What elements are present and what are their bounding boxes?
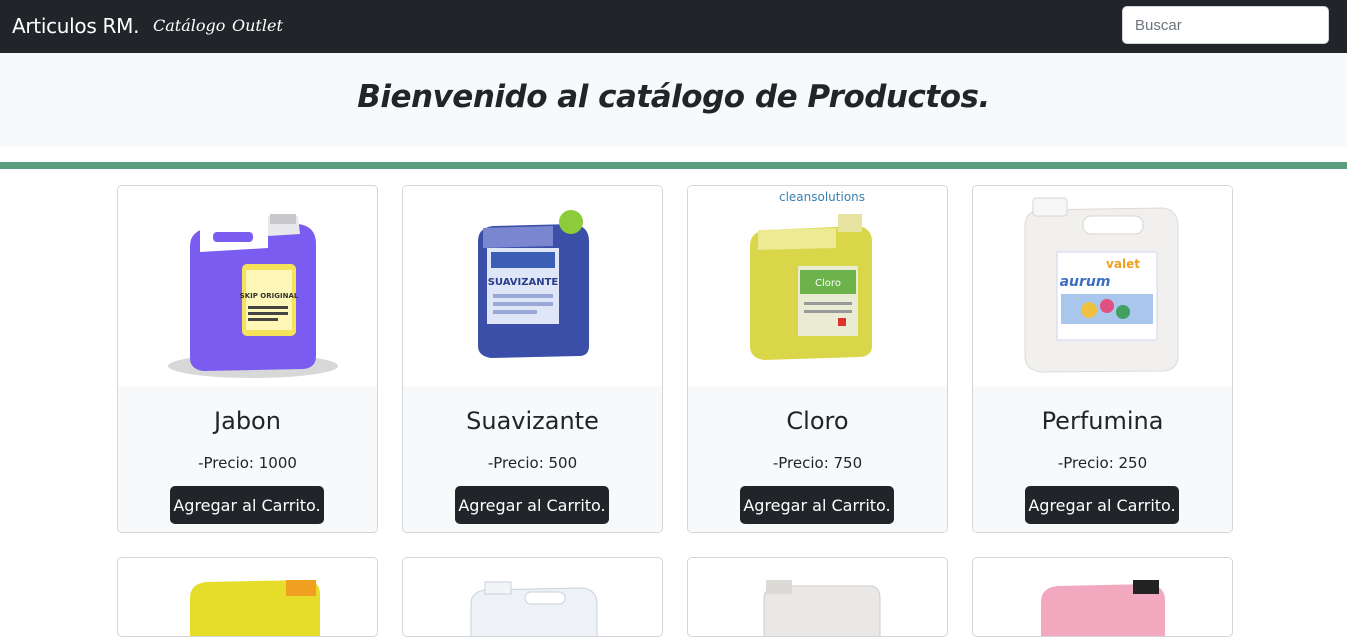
valet-brand-label: valet (1106, 257, 1140, 271)
product-price: -Precio: 250 (1057, 454, 1148, 472)
cleansolutions-logo: cleansolutions (779, 190, 865, 204)
nav-link-outlet[interactable]: Outlet (232, 16, 283, 35)
product-price: -Precio: 750 (772, 454, 863, 472)
product-name: Jabon (214, 407, 281, 435)
product-card (972, 557, 1233, 637)
add-to-cart-button[interactable]: Agregar al Carrito. (170, 486, 324, 524)
product-image[interactable]: SUAVIZANTE (403, 186, 662, 386)
section-divider (0, 162, 1347, 169)
purple-detergent-jug-icon: SKIP ORIGINAL (168, 214, 338, 378)
jabon-label: SKIP ORIGINAL (240, 292, 299, 300)
cloro-label: Cloro (815, 278, 841, 289)
product-card-body: Jabon -Precio: 1000 Agregar al Carrito. (118, 386, 377, 532)
page-title: Bienvenido al catálogo de Productos. (357, 79, 990, 115)
product-image[interactable]: cleansolutions Cloro (688, 186, 947, 386)
product-card (117, 557, 378, 637)
product-name: Cloro (786, 407, 849, 435)
white-perfume-jug-icon: valet aurum (1024, 197, 1179, 373)
brand-logo[interactable]: Articulos RM. (12, 14, 139, 38)
product-name: Suavizante (466, 407, 599, 435)
add-to-cart-button[interactable]: Agregar al Carrito. (455, 486, 609, 524)
product-card: SUAVIZANTE Suavizante -Precio: 500 Agreg… (402, 185, 663, 533)
product-card (402, 557, 663, 637)
white-jug-icon[interactable] (403, 558, 662, 637)
search-input[interactable] (1122, 6, 1329, 44)
product-name: Perfumina (1041, 407, 1164, 435)
yellow-jug-icon[interactable] (118, 558, 377, 637)
yellow-bleach-jug-icon: cleansolutions Cloro (750, 190, 872, 360)
nav-link-catalogo[interactable]: Catálogo (153, 16, 225, 35)
product-price: -Precio: 500 (487, 454, 578, 472)
white-jug-icon[interactable] (688, 558, 947, 637)
product-card (687, 557, 948, 637)
add-to-cart-button[interactable]: Agregar al Carrito. (740, 486, 894, 524)
navbar: Articulos RM. Catálogo Outlet (0, 0, 1347, 53)
product-card: SKIP ORIGINAL Jabon -Precio: 1000 Agrega… (117, 185, 378, 533)
add-to-cart-button[interactable]: Agregar al Carrito. (1025, 486, 1179, 524)
product-card: cleansolutions Cloro Cloro -Precio: 750 … (687, 185, 948, 533)
product-image[interactable]: SKIP ORIGINAL (118, 186, 377, 386)
product-price: -Precio: 1000 (198, 454, 297, 472)
product-card-body: Cloro -Precio: 750 Agregar al Carrito. (688, 386, 947, 532)
product-card-body: Suavizante -Precio: 500 Agregar al Carri… (403, 386, 662, 532)
pink-jug-icon[interactable] (973, 558, 1232, 637)
product-card: valet aurum Perfumina -Precio: 250 Agreg… (972, 185, 1233, 533)
product-image[interactable]: valet aurum (973, 186, 1232, 386)
blue-softener-jug-icon: SUAVIZANTE (478, 210, 589, 358)
aurum-label: aurum (1060, 274, 1111, 290)
suavizante-label: SUAVIZANTE (488, 277, 559, 288)
hero-banner: Bienvenido al catálogo de Productos. (0, 53, 1347, 147)
product-card-body: Perfumina -Precio: 250 Agregar al Carrit… (973, 386, 1232, 532)
